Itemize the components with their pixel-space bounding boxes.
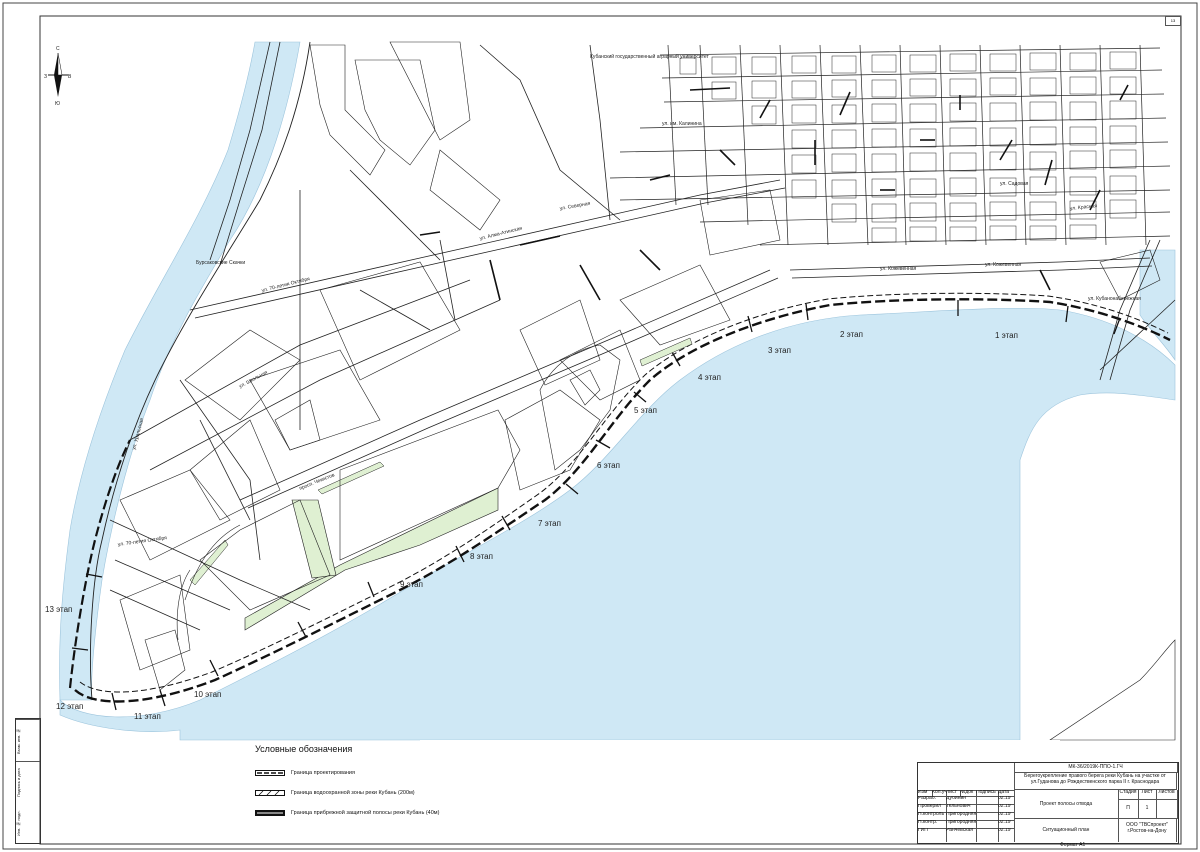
stamp-cell-replacement: Взам. инв. № (16, 719, 40, 762)
green-strip-2 (189, 539, 229, 586)
label-street-shkolnaya: ул. Школьная (238, 370, 269, 390)
legend-item-water-zone: Граница водоохранной зоны реки Кубань (2… (255, 784, 515, 802)
stage-label-3: 3 этап (768, 346, 791, 355)
label-street-kozhevennaya-1: ул. Кожевенная (880, 266, 917, 272)
green-zone-square (291, 499, 337, 579)
name-chief-engineer: Ранчевская (946, 828, 977, 842)
format-label: Формат А1 (1060, 842, 1086, 848)
compass-east: В (68, 74, 72, 80)
stamp-cell-inventory: Инв. № подл. (16, 810, 21, 836)
label-street-krasnaya: ул. Красная (1070, 203, 1098, 212)
side-stamp: Взам. инв. № Подпись и дата Инв. № подл. (15, 718, 41, 844)
stage-label-7: 7 этап (538, 519, 561, 528)
project-name: Берегоукрепление правого берега реки Куб… (1014, 772, 1177, 790)
stage-label-10: 10 этап (194, 690, 221, 699)
stamp-cell-signature: Подпись и дата (16, 761, 40, 804)
label-university: Кубанский государственный аграрный униве… (590, 53, 710, 60)
legend-item-coastal-strip: Граница прибрежной защитной полосы реки … (255, 804, 515, 822)
sheet-title: Проект полосы отвода (1014, 790, 1119, 819)
stage-label-2: 2 этап (840, 330, 863, 339)
signature-chief-engineer (976, 828, 999, 842)
organization: ООО "ТВСпроект" г.Ростов-на-Дону (1118, 818, 1177, 842)
site-plan-map: С Ю З В Кубанский государственный аграрн… (2, 2, 1198, 850)
land-south (420, 740, 1060, 760)
legend: Условные обозначения Граница проектирова… (255, 744, 515, 824)
green-strip-3 (639, 337, 693, 367)
label-street-70-october-2: ул. 70-летия Октября (117, 535, 167, 548)
stage-label-6: 6 этап (597, 461, 620, 470)
label-street-kozhevennaya-2: ул. Кожевенная (985, 262, 1022, 268)
role-chief-engineer: ГИП (918, 828, 947, 842)
legend-symbol-project-boundary (255, 770, 285, 776)
legend-label-coastal-strip: Граница прибрежной защитной полосы реки … (291, 810, 440, 816)
sheet-value: 1 (1138, 799, 1157, 819)
land-right-bank (1049, 639, 1176, 741)
label-street-70-october: ул. 70-летия Октября (261, 276, 311, 294)
stage-label-8: 8 этап (470, 552, 493, 561)
compass-north: С (56, 46, 60, 52)
stage-label-1: 1 этап (995, 331, 1018, 340)
stage-label-9: 9 этап (400, 580, 423, 589)
legend-label-project-boundary: Граница проектирования (291, 770, 355, 776)
sheet-number: 13 (1165, 16, 1181, 26)
stage-label-12: 12 этап (56, 702, 83, 711)
label-street-sadovaya: ул. Садовая (1000, 181, 1029, 187)
label-street-kalinina: ул. им. Калинина (662, 121, 702, 127)
label-pond: Бурсаковские Скачки (196, 260, 245, 266)
compass-south: Ю (55, 101, 60, 107)
legend-symbol-coastal-strip (255, 810, 285, 816)
stage-label-11: 11 этап (134, 712, 161, 721)
drawing-title: Ситуационный план (1014, 818, 1119, 842)
legend-item-project-boundary: Граница проектирования (255, 764, 515, 782)
sheets-value (1156, 799, 1178, 819)
stage-label-13: 13 этап (45, 605, 72, 614)
revision-grid (918, 763, 1015, 791)
legend-label-water-zone: Граница водоохранной зоны реки Кубань (2… (291, 790, 415, 796)
legend-title: Условные обозначения (255, 744, 353, 754)
title-block: МК-36/2019К-ППО-1.ГЧ Берегоукрепление пр… (917, 762, 1179, 844)
map-sheet: С Ю З В Кубанский государственный аграрн… (0, 0, 1200, 852)
legend-symbol-water-zone (255, 790, 285, 796)
label-street-severnaya: ул. Северная (559, 201, 591, 212)
label-street-kubanonaberezhnaya: ул. Кубанонабережная (1088, 296, 1141, 302)
north-arrow (48, 52, 68, 97)
stage-value: П (1118, 799, 1139, 819)
stage-label-4: 4 этап (698, 373, 721, 382)
compass-west: З (44, 74, 47, 80)
stage-label-5: 5 этап (634, 406, 657, 415)
date-chief-engineer: 02.19 (998, 828, 1015, 842)
